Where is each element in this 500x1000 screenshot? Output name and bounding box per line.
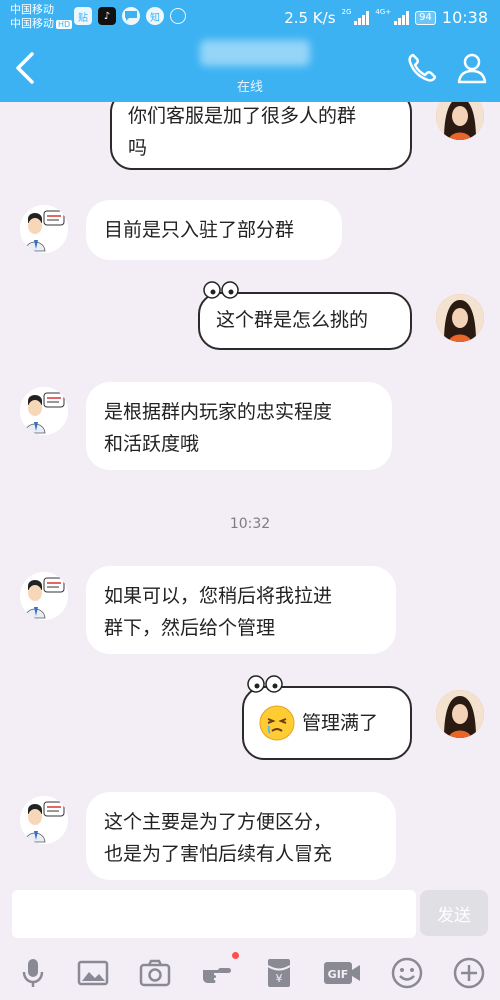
cartoon-man-avatar-icon xyxy=(20,387,68,435)
message-line: 吗 xyxy=(128,137,148,159)
call-button[interactable] xyxy=(404,50,440,86)
message-line: 目前是只入驻了部分群 xyxy=(104,219,295,241)
message-list[interactable]: 你们客服是加了很多人的群 吗 目前是只入驻了部分群 这个群是怎么挑的 是根据群内… xyxy=(0,102,500,888)
message-timestamp: 10:32 xyxy=(229,516,271,532)
tieba-icon: 贴 xyxy=(74,7,92,25)
voice-button[interactable] xyxy=(16,956,50,990)
carrier-label: 中国移动 xyxy=(10,3,54,16)
girl-avatar-icon xyxy=(436,102,484,140)
message-line: 你们客服是加了很多人的群 xyxy=(128,105,357,127)
chat-header: 在线 xyxy=(0,34,500,102)
gif-icon: GIF xyxy=(324,962,360,984)
bubble-eyes-icon xyxy=(203,281,239,299)
self-avatar[interactable] xyxy=(436,294,484,342)
message-bubble-incoming[interactable]: 如果可以，您稍后将我拉进 群下，然后给个管理 xyxy=(86,566,396,654)
net-speed: 2.5 K/s xyxy=(284,8,336,27)
message-line: 是根据群内玩家的忠实程度 xyxy=(104,401,333,423)
self-avatar[interactable] xyxy=(436,690,484,738)
notification-dot xyxy=(232,952,239,959)
person-icon xyxy=(457,53,487,84)
send-button[interactable]: 发送 xyxy=(420,890,488,936)
message-line: 如果可以，您稍后将我拉进 xyxy=(104,585,333,607)
smiley-icon xyxy=(391,957,423,989)
cartoon-man-avatar-icon xyxy=(20,572,68,620)
chevron-left-icon xyxy=(16,52,34,84)
message-bubble-outgoing[interactable]: 管理满了 xyxy=(242,675,412,760)
chat-bubble-icon xyxy=(122,7,140,25)
battery-level: 94 xyxy=(415,10,436,25)
circle-icon xyxy=(170,8,186,24)
title-redaction xyxy=(200,40,310,66)
cartoon-man-avatar-icon xyxy=(20,205,68,253)
yuan-symbol: ¥ xyxy=(276,972,283,985)
notification-icons: 贴 ♪ 知 xyxy=(74,7,186,25)
input-bar: 发送 ¥ GIF xyxy=(0,888,500,1000)
message-bubble-incoming[interactable]: 目前是只入驻了部分群 xyxy=(86,200,342,260)
back-button[interactable] xyxy=(8,48,44,88)
phone-icon xyxy=(408,53,437,82)
agent-avatar[interactable] xyxy=(20,796,68,844)
carrier-label-2: 中国移动 HD xyxy=(10,17,73,31)
signal-bars-icon xyxy=(354,10,370,25)
red-packet-icon: ¥ xyxy=(267,959,291,987)
message-line: 管理满了 xyxy=(302,712,379,734)
microphone-icon xyxy=(22,959,44,987)
camera-icon xyxy=(139,959,171,987)
signal-bars-icon-2 xyxy=(394,10,410,25)
message-bubble-incoming[interactable]: 这个主要是为了方便区分， 也是为了害怕后续有人冒充 xyxy=(86,792,396,880)
image-icon xyxy=(77,960,109,986)
message-line: 也是为了害怕后续有人冒充 xyxy=(104,843,333,865)
signal-label-2g: 2G xyxy=(341,8,352,16)
cartoon-man-avatar-icon xyxy=(20,796,68,844)
input-toolbar: ¥ GIF xyxy=(0,950,500,994)
hd-badge: HD xyxy=(56,20,73,29)
camera-button[interactable] xyxy=(138,956,172,990)
message-line: 这个群是怎么挑的 xyxy=(216,309,369,331)
tiktok-icon: ♪ xyxy=(98,7,116,25)
more-button[interactable] xyxy=(452,956,486,990)
online-status: 在线 xyxy=(236,80,263,95)
message-bubble-outgoing[interactable]: 你们客服是加了很多人的群 吗 xyxy=(110,102,412,170)
message-input[interactable] xyxy=(12,890,416,938)
message-line: 群下，然后给个管理 xyxy=(104,617,276,639)
signal-label-4g: 4G+ xyxy=(375,8,392,16)
carrier-2-text: 中国移动 xyxy=(10,17,54,30)
zhihu-icon: 知 xyxy=(146,7,164,25)
girl-avatar-icon xyxy=(436,294,484,342)
emoji-button[interactable] xyxy=(390,956,424,990)
plus-circle-icon xyxy=(453,957,485,989)
message-bubble-outgoing[interactable]: 这个群是怎么挑的 xyxy=(198,281,412,350)
status-right: 2.5 K/s 2G 4G+ 94 10:38 xyxy=(284,8,488,27)
girl-avatar-icon xyxy=(436,690,484,738)
agent-avatar[interactable] xyxy=(20,387,68,435)
message-line: 这个主要是为了方便区分， xyxy=(104,811,333,833)
poke-button[interactable] xyxy=(200,952,239,990)
message-line: 和活跃度哦 xyxy=(104,433,200,455)
status-bar: 中国移动 中国移动 HD 贴 ♪ 知 2.5 K/s 2G 4G+ 94 10:3… xyxy=(0,0,500,34)
pointing-finger-icon xyxy=(203,968,231,983)
bubble-eyes-icon xyxy=(247,675,283,693)
gif-text: GIF xyxy=(328,968,349,981)
profile-button[interactable] xyxy=(454,50,490,86)
red-packet-button[interactable]: ¥ xyxy=(262,956,296,990)
clock: 10:38 xyxy=(441,8,488,27)
agent-avatar[interactable] xyxy=(20,572,68,620)
tired-face-emoji-icon xyxy=(259,705,295,741)
image-button[interactable] xyxy=(76,956,110,990)
message-bubble-incoming[interactable]: 是根据群内玩家的忠实程度 和活跃度哦 xyxy=(86,382,392,470)
self-avatar[interactable] xyxy=(436,102,484,140)
gif-button[interactable]: GIF xyxy=(322,956,362,990)
agent-avatar[interactable] xyxy=(20,205,68,253)
